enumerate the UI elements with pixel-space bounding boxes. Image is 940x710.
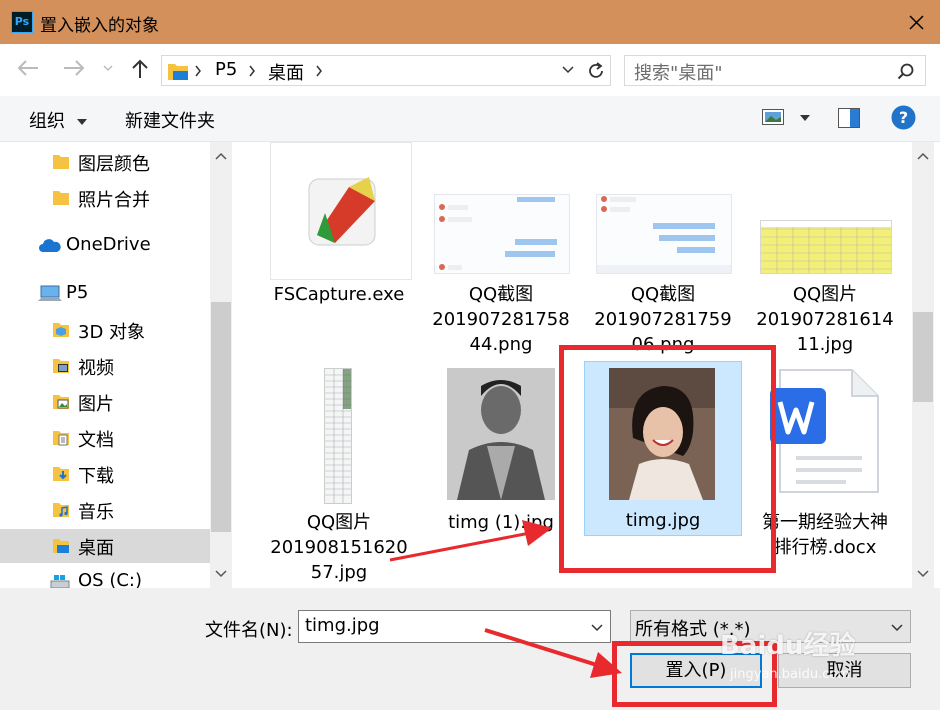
- arrow-to-selected-file: [389, 520, 552, 562]
- watermark-url: jingyan.baidu.com: [730, 667, 850, 682]
- arrow-to-place-button: [484, 628, 622, 678]
- annotation-arrows: [389, 520, 622, 678]
- watermark-logo: Baidu经验: [720, 631, 856, 661]
